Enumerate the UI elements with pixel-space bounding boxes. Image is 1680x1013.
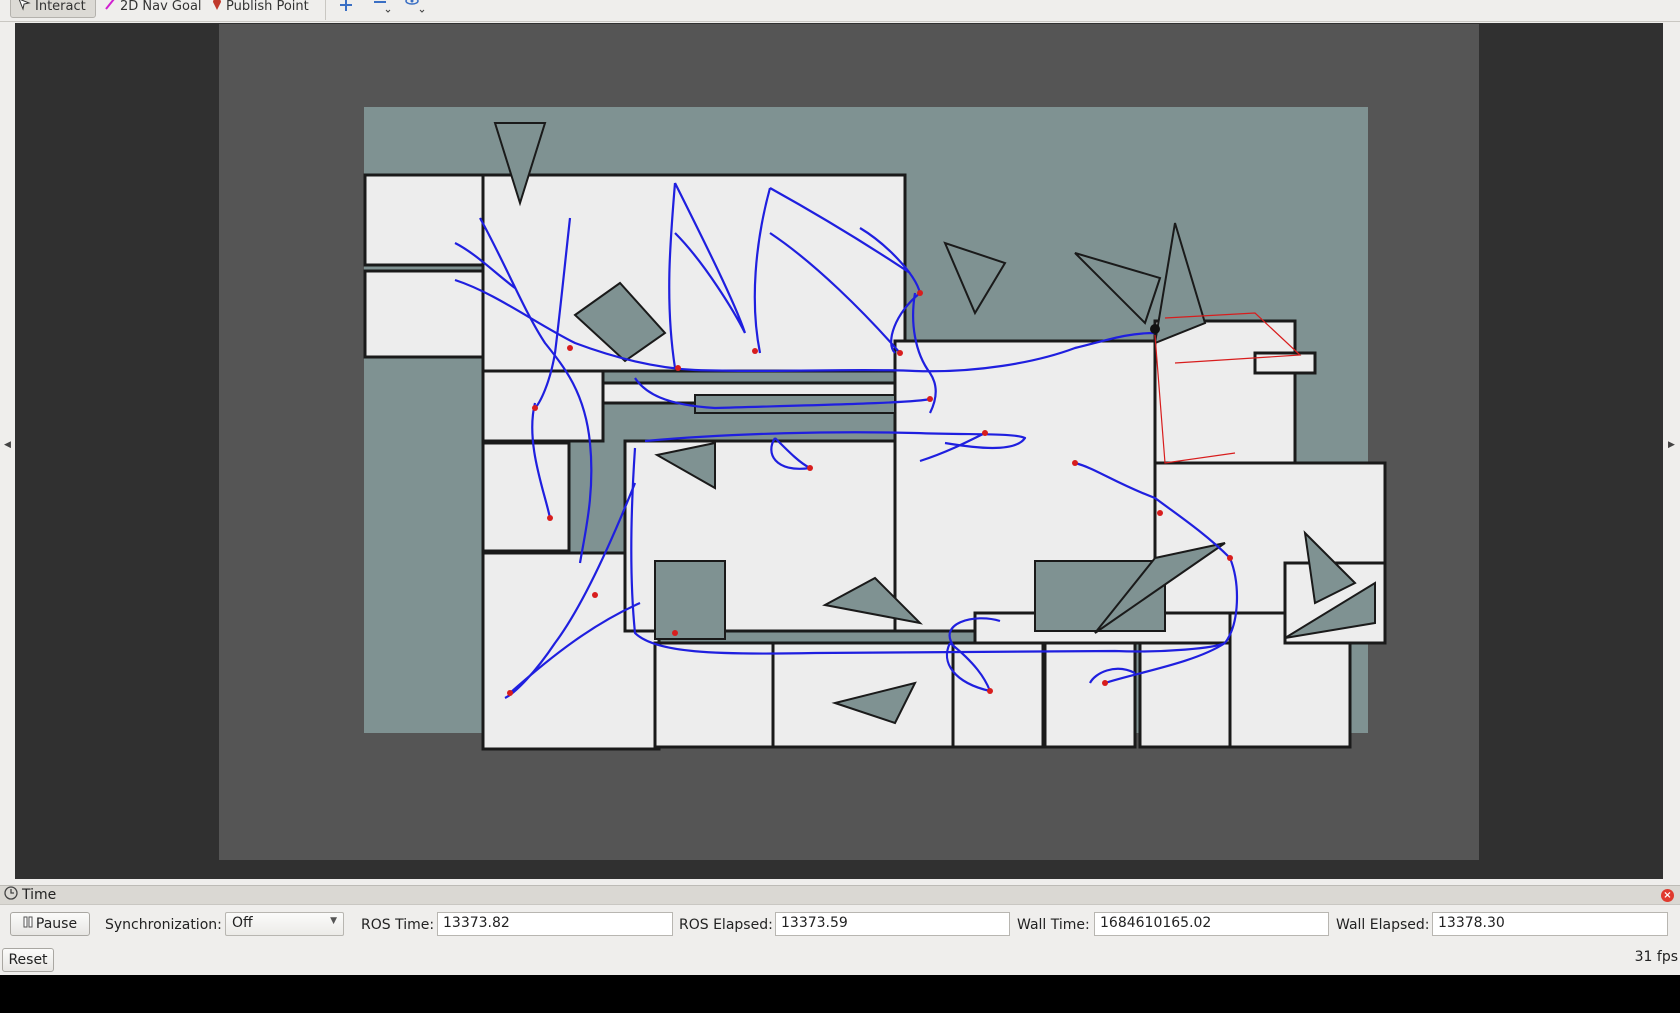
move-camera-icon[interactable] bbox=[338, 0, 354, 15]
robot-marker bbox=[1150, 324, 1160, 334]
close-icon[interactable]: × bbox=[1661, 889, 1674, 902]
clock-icon bbox=[0, 886, 18, 904]
publish-point-tool[interactable]: Publish Point bbox=[206, 0, 315, 18]
occupancy-map[interactable] bbox=[15, 23, 1663, 879]
collapse-right-icon[interactable]: ▶ bbox=[1668, 440, 1675, 450]
publish-point-label: Publish Point bbox=[226, 0, 309, 14]
wall-time-field[interactable]: 1684610165.02 bbox=[1094, 912, 1329, 936]
chevron-down-icon: ▼ bbox=[330, 916, 337, 926]
sync-label: Synchronization: bbox=[105, 917, 222, 933]
select-icon[interactable] bbox=[372, 0, 392, 15]
wall-time-label: Wall Time: bbox=[1017, 917, 1090, 933]
ros-time-field[interactable]: 13373.82 bbox=[437, 912, 673, 936]
cursor-icon bbox=[17, 0, 35, 15]
pause-icon bbox=[23, 916, 33, 932]
toolbar: Interact 2D Nav Goal Publish Point bbox=[0, 0, 1680, 22]
interact-tool[interactable]: Interact bbox=[10, 0, 96, 18]
reset-button[interactable]: Reset bbox=[2, 948, 54, 972]
ros-elapsed-label: ROS Elapsed: bbox=[679, 917, 773, 933]
time-panel-title: Time bbox=[22, 887, 57, 903]
map-pin-icon bbox=[212, 0, 226, 15]
nav-goal-label: 2D Nav Goal bbox=[120, 0, 202, 14]
time-panel-titlebar: Time × bbox=[0, 885, 1680, 905]
sync-value: Off bbox=[232, 915, 253, 931]
wall-elapsed-field[interactable]: 13378.30 bbox=[1432, 912, 1668, 936]
eye-camera-icon[interactable] bbox=[404, 0, 426, 15]
fps-counter: 31 fps bbox=[1634, 949, 1678, 965]
ros-time-label: ROS Time: bbox=[361, 917, 435, 933]
render-panel: ◀ ▶ bbox=[0, 22, 1680, 888]
sync-select[interactable]: Off ▼ bbox=[225, 912, 344, 936]
arrow-icon bbox=[104, 0, 120, 15]
collapse-left-icon[interactable]: ◀ bbox=[4, 440, 11, 450]
nav-goal-tool[interactable]: 2D Nav Goal bbox=[98, 0, 208, 18]
wall-elapsed-label: Wall Elapsed: bbox=[1336, 917, 1430, 933]
toolbar-separator bbox=[325, 0, 326, 20]
ros-elapsed-field[interactable]: 13373.59 bbox=[775, 912, 1010, 936]
pause-label: Pause bbox=[35, 916, 78, 932]
interact-label: Interact bbox=[35, 0, 86, 14]
pause-button[interactable]: Pause bbox=[10, 912, 90, 936]
3d-viewport[interactable] bbox=[15, 23, 1663, 879]
time-panel: Time × Pause Synchronization: Off ▼ ROS … bbox=[0, 885, 1680, 975]
